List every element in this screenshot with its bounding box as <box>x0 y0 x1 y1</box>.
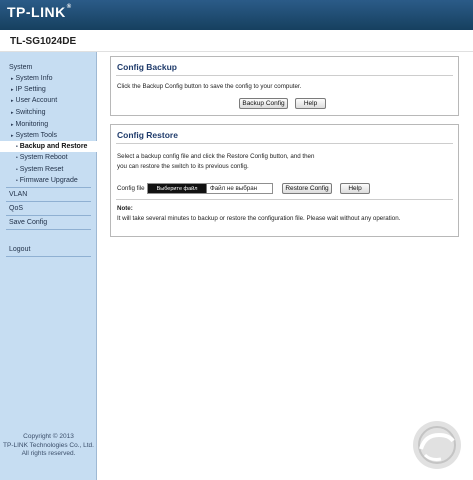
triangle-right-icon: ▸ <box>11 133 14 139</box>
sidebar-item-label: Monitoring <box>15 121 49 128</box>
sidebar-divider <box>6 187 91 188</box>
top-header: TP-LINK® <box>0 0 473 30</box>
copyright: Copyright © 2013 TP-LINK Technologies Co… <box>0 433 97 459</box>
restore-description-line: you can restore the switch to its previo… <box>117 163 249 170</box>
sidebar-item-system-info[interactable]: ▸ System Info <box>0 73 97 84</box>
config-restore-panel: Config Restore Select a backup config fi… <box>110 124 459 237</box>
file-status-text: Файл не выбран <box>210 185 258 192</box>
model-bar: TL-SG1024DE <box>0 30 473 52</box>
brand-logo: TP-LINK® <box>7 4 72 20</box>
bullet-icon: • <box>16 178 18 184</box>
sidebar-item-label: QoS <box>9 205 24 212</box>
copyright-line: All rights reserved. <box>21 450 76 457</box>
registered-mark: ® <box>66 4 72 10</box>
config-backup-panel: Config Backup Click the Backup Config bu… <box>110 56 459 116</box>
choose-file-button[interactable]: Выберите файл <box>148 184 207 193</box>
sidebar-item-firmware-upgrade[interactable]: • Firmware Upgrade <box>0 175 97 186</box>
bullet-icon: • <box>16 167 18 173</box>
sidebar-item-label: VLAN <box>9 191 28 198</box>
sidebar-item-save-config[interactable]: Save Config <box>0 217 97 228</box>
sidebar-item-label: System Info <box>15 75 53 82</box>
sidebar-item-switching[interactable]: ▸ Switching <box>0 107 97 118</box>
panel-divider <box>116 199 453 200</box>
backup-description: Click the Backup Config button to save t… <box>117 83 302 90</box>
sidebar-item-label: Firmware Upgrade <box>19 177 78 184</box>
sidebar-item-user-account[interactable]: ▸ User Account <box>0 95 97 106</box>
sidebar-item-qos[interactable]: QoS <box>0 203 97 214</box>
model-name: TL-SG1024DE <box>10 36 77 47</box>
sidebar-divider <box>6 229 91 230</box>
sidebar-item-label: Switching <box>15 109 46 116</box>
sidebar-item-label: System Reboot <box>19 154 68 161</box>
brand-name: TP-LINK <box>7 4 66 20</box>
triangle-right-icon: ▸ <box>11 122 14 128</box>
watermark-logo <box>413 421 461 469</box>
sidebar-item-monitoring[interactable]: ▸ Monitoring <box>0 119 97 130</box>
panel-title: Config Restore <box>117 130 178 140</box>
sidebar-item-system-reboot[interactable]: • System Reboot <box>0 152 97 163</box>
config-file-label: Config file <box>117 185 145 192</box>
sidebar-item-label: System <box>9 64 33 71</box>
sidebar-item-label: System Tools <box>15 132 58 139</box>
backup-config-button[interactable]: Backup Config <box>239 98 288 109</box>
triangle-right-icon: ▸ <box>11 87 14 93</box>
sidebar-item-logout[interactable]: Logout <box>0 244 97 255</box>
sidebar-divider <box>6 201 91 202</box>
sidebar-item-system-tools[interactable]: ▸ System Tools <box>0 130 97 141</box>
panel-divider <box>116 75 453 76</box>
sidebar-item-ip-setting[interactable]: ▸ IP Setting <box>0 84 97 95</box>
sidebar: System ▸ System Info ▸ IP Setting ▸ User Ac… <box>0 52 97 480</box>
sidebar-item-system[interactable]: System <box>0 62 97 73</box>
restore-help-button[interactable]: Help <box>340 183 370 194</box>
sidebar-item-label: System Reset <box>19 166 64 173</box>
sidebar-item-label: User Account <box>15 97 58 104</box>
sidebar-item-vlan[interactable]: VLAN <box>0 189 97 200</box>
note-title: Note: <box>117 205 133 212</box>
restore-config-button[interactable]: Restore Config <box>282 183 332 194</box>
panel-divider <box>116 143 453 144</box>
panel-title: Config Backup <box>117 62 177 72</box>
bullet-icon: • <box>16 144 18 150</box>
backup-help-button[interactable]: Help <box>295 98 326 109</box>
sidebar-divider <box>6 256 91 257</box>
triangle-right-icon: ▸ <box>11 76 14 82</box>
sidebar-item-backup-and-restore[interactable]: • Backup and Restore <box>0 141 97 152</box>
triangle-right-icon: ▸ <box>11 98 14 104</box>
bullet-icon: • <box>16 155 18 161</box>
triangle-right-icon: ▸ <box>11 110 14 116</box>
copyright-line: TP-LINK Technologies Co., Ltd. <box>3 441 94 449</box>
sidebar-item-label: Backup and Restore <box>19 143 88 150</box>
note-text: It will take several minutes to backup o… <box>117 215 401 222</box>
sidebar-item-label: Logout <box>9 246 31 253</box>
sidebar-item-label: Save Config <box>9 219 48 226</box>
copyright-line: Copyright © 2013 <box>23 433 74 440</box>
sidebar-divider <box>6 215 91 216</box>
sidebar-item-system-reset[interactable]: • System Reset <box>0 164 97 175</box>
restore-description-line: Select a backup config file and click th… <box>117 153 315 160</box>
config-file-input[interactable]: Выберите файл Файл не выбран <box>147 183 273 194</box>
sidebar-item-label: IP Setting <box>15 86 46 93</box>
